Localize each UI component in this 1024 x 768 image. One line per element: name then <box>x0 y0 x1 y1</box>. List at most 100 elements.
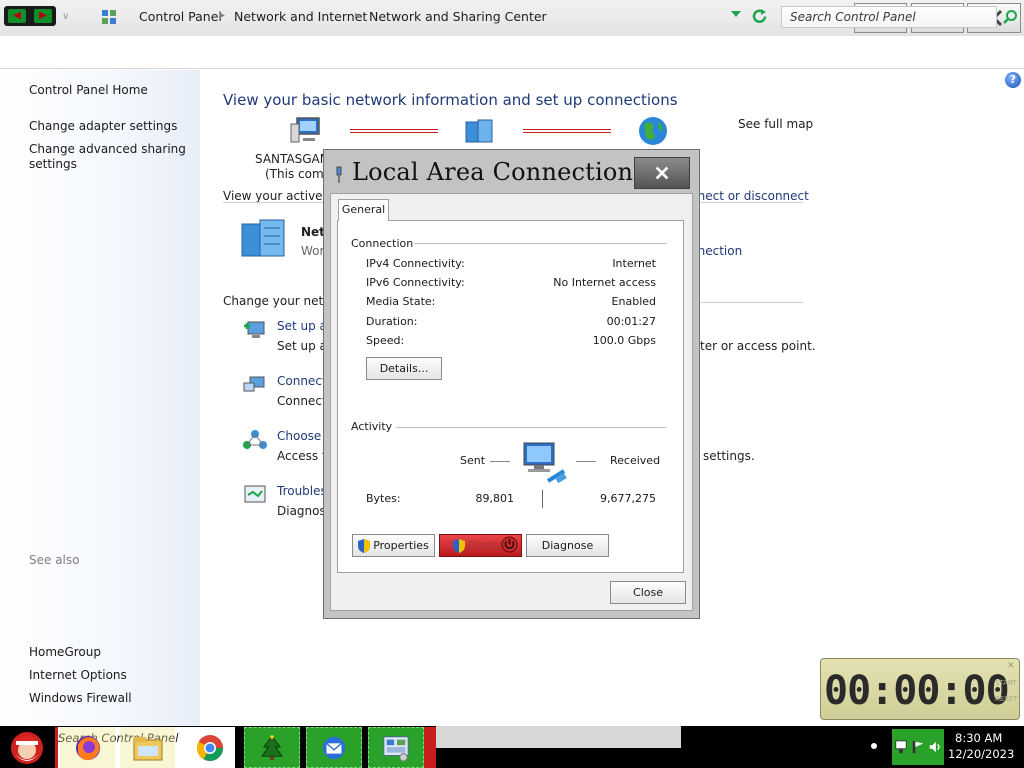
task-desc-choose-tail: settings. <box>703 449 755 463</box>
network-type-link[interactable]: Wor <box>301 244 324 258</box>
see-also-heading: See also <box>29 553 80 567</box>
ipv6-value: No Internet access <box>553 276 656 289</box>
ipv6-label: IPv6 Connectivity: <box>366 276 465 289</box>
stopwatch-display: 00:00:00 <box>824 668 1010 714</box>
breadcrumb-control-panel[interactable]: Control Panel <box>139 9 222 24</box>
taskbar-thunderbird[interactable] <box>306 727 362 768</box>
search-input[interactable] <box>782 7 982 27</box>
search-icon[interactable] <box>1002 9 1018 25</box>
task-desc-choose: Access fi <box>277 449 330 463</box>
task-title-troubleshoot[interactable]: Troubles <box>277 484 327 498</box>
activity-group-label: Activity <box>351 420 393 433</box>
system-tray <box>892 729 944 765</box>
control-panel-icon <box>102 10 116 24</box>
change-advanced-sharing-link[interactable]: Change advanced sharing settings <box>29 142 189 172</box>
christmas-tree-icon <box>260 734 284 760</box>
folder-icon <box>133 736 162 760</box>
address-dropdown-icon[interactable] <box>731 11 741 17</box>
windows-firewall-link[interactable]: Windows Firewall <box>29 691 189 706</box>
taskbar-christmas-app[interactable] <box>244 727 300 768</box>
computer-name-label: SANTASGAM <box>255 152 331 166</box>
bytes-sent-value: 89,801 <box>475 492 515 505</box>
setup-connection-icon <box>244 321 265 338</box>
taskbar-spacer <box>436 726 681 748</box>
dialog-network-icon <box>336 166 342 183</box>
computer-icon[interactable] <box>289 116 323 146</box>
stopwatch-reset-button[interactable]: RESET <box>995 695 1017 703</box>
chevron-down-icon: ∨ <box>62 11 70 22</box>
breadcrumb-sharing-center[interactable]: Network and Sharing Center <box>369 9 547 24</box>
task-title-connect[interactable]: Connect <box>277 374 327 388</box>
taskbar-firefox[interactable] <box>60 727 115 768</box>
tray-flag-icon[interactable] <box>911 738 925 756</box>
connection-line <box>523 129 611 133</box>
tab-general[interactable]: General <box>338 199 389 221</box>
task-title-setup[interactable]: Set up a <box>277 319 327 333</box>
duration-value: 00:01:27 <box>606 315 656 328</box>
dialog-close-text-button[interactable]: Close <box>610 581 686 604</box>
back-arrow-icon: ◀ <box>13 10 21 21</box>
network-name: Net <box>301 225 325 239</box>
control-panel-icon <box>383 735 409 762</box>
help-icon[interactable]: ? <box>1005 72 1021 88</box>
taskbar-explorer[interactable] <box>120 727 175 768</box>
diagnose-button[interactable]: Diagnose <box>526 534 609 557</box>
homegroup-link[interactable]: HomeGroup <box>29 645 189 660</box>
forward-button[interactable]: ▶ <box>34 9 52 23</box>
internet-options-link[interactable]: Internet Options <box>29 668 189 683</box>
start-button[interactable] <box>4 728 50 766</box>
network-icon[interactable] <box>462 116 496 146</box>
disable-button[interactable]: Disable <box>439 534 522 557</box>
properties-button[interactable]: Properties <box>352 534 435 557</box>
stopwatch-start-button[interactable]: START <box>995 679 1017 687</box>
connect-disconnect-link[interactable]: nnect or disconnect <box>690 189 809 203</box>
tray-volume-icon[interactable] <box>928 738 942 756</box>
speed-label: Speed: <box>366 334 405 347</box>
recent-pages-dropdown[interactable]: ∨ <box>62 11 69 22</box>
forward-arrow-icon: ▶ <box>39 10 47 21</box>
close-icon <box>655 166 669 180</box>
see-full-map-link[interactable]: See full map <box>738 117 813 131</box>
sent-label: Sent <box>460 454 486 467</box>
tray-network-icon[interactable] <box>894 738 908 756</box>
task-desc-setup-tail: ter or access point. <box>700 339 816 353</box>
stopwatch-close-icon[interactable]: ✕ <box>1007 661 1015 671</box>
close-button-label: Close <box>633 586 663 599</box>
admin-shield-icon <box>358 538 371 553</box>
clock-date[interactable]: 12/20/2023 <box>948 747 1014 761</box>
tray-dot-icon[interactable] <box>871 743 877 749</box>
dialog-title: Local Area Connection... <box>352 158 657 186</box>
diagnose-button-label: Diagnose <box>541 539 594 552</box>
breadcrumb-separator[interactable]: ▸ <box>220 10 225 21</box>
task-desc-setup: Set up a <box>277 339 327 353</box>
address-bar <box>0 36 1024 69</box>
refresh-icon[interactable] <box>751 8 768 25</box>
change-adapter-settings-link[interactable]: Change adapter settings <box>29 119 189 134</box>
connect-network-icon <box>243 376 265 392</box>
back-button[interactable]: ◀ <box>8 9 26 23</box>
network-location-icon <box>241 219 285 257</box>
connection-group-label: Connection <box>351 237 414 250</box>
firefox-icon <box>75 735 100 760</box>
power-icon <box>501 536 518 553</box>
general-tab-panel <box>337 220 684 573</box>
dialog-close-button[interactable] <box>634 157 690 189</box>
bytes-divider <box>542 490 543 508</box>
search-box[interactable] <box>781 6 997 28</box>
taskbar-control-panel[interactable] <box>368 727 424 768</box>
received-line <box>576 461 596 462</box>
this-computer-label: (This comp <box>265 167 332 181</box>
details-button[interactable]: Details... <box>366 357 442 380</box>
media-state-label: Media State: <box>366 295 436 308</box>
thunderbird-icon <box>322 736 346 759</box>
section-divider <box>690 302 803 303</box>
ipv4-label: IPv4 Connectivity: <box>366 257 465 270</box>
control-panel-home-link[interactable]: Control Panel Home <box>29 83 189 98</box>
breadcrumb-separator[interactable]: ▸ <box>355 10 360 21</box>
breadcrumb-network-internet[interactable]: Network and Internet <box>234 9 367 24</box>
sent-line <box>490 461 510 462</box>
clock-time[interactable]: 8:30 AM <box>955 731 1002 745</box>
internet-globe-icon[interactable] <box>636 114 670 148</box>
taskbar-chrome[interactable] <box>182 727 237 768</box>
ipv4-value: Internet <box>612 257 656 270</box>
